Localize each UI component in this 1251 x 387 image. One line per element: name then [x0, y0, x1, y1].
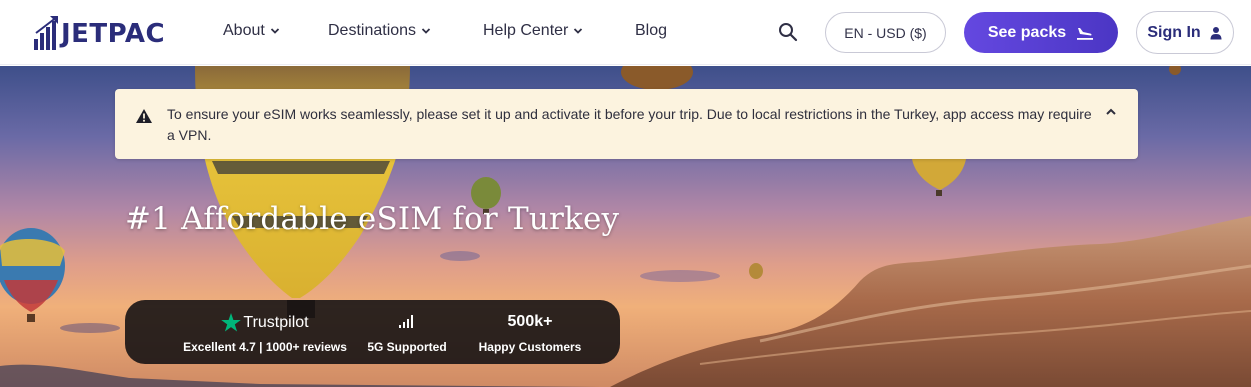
warning-icon [136, 109, 152, 123]
stats-bar: Trustpilot Excellent 4.7 | 1000+ reviews… [125, 300, 620, 364]
5g-caption: 5G Supported [367, 340, 447, 354]
sign-in-label: Sign In [1147, 23, 1201, 41]
jetpac-logo[interactable]: JETPAC [33, 12, 165, 52]
logo-chart-icon [34, 16, 58, 50]
trustpilot-badge: Trustpilot [155, 313, 375, 332]
trustpilot-star-icon [221, 313, 242, 332]
nav-destinations-label: Destinations [328, 22, 417, 39]
site-header: JETPAC About Destinations Help Center Bl… [0, 0, 1251, 65]
stat-trustpilot[interactable]: Trustpilot Excellent 4.7 | 1000+ reviews [155, 300, 375, 364]
nav-blog-label: Blog [635, 22, 668, 39]
hero-title: #1 Affordable eSIM for Turkey [125, 201, 620, 237]
nav-blog[interactable]: Blog [635, 22, 667, 40]
hero-section: To ensure your eSIM works seamlessly, pl… [0, 66, 1251, 387]
see-packs-button[interactable]: See packs [964, 12, 1118, 53]
nav-about-label: About [223, 22, 265, 39]
plane-landing-icon [1077, 27, 1094, 40]
stat-5g: 5G Supported [357, 300, 457, 364]
trustpilot-wordmark: Trustpilot [243, 313, 309, 331]
chevron-down-icon [270, 28, 279, 34]
brand-name: JETPAC [61, 19, 166, 49]
user-icon [1210, 26, 1222, 39]
see-packs-label: See packs [987, 23, 1067, 41]
vpn-warning-banner: To ensure your eSIM works seamlessly, pl… [115, 89, 1138, 159]
nav-help-center[interactable]: Help Center [483, 22, 583, 40]
sign-in-button[interactable]: Sign In [1136, 11, 1234, 54]
customers-count: 500k+ [507, 313, 553, 330]
stat-customers: 500k+ Happy Customers [470, 300, 590, 364]
currency-label: EN - USD ($) [844, 24, 927, 41]
customers-figure: 500k+ [470, 313, 590, 331]
warning-message: To ensure your eSIM works seamlessly, pl… [167, 106, 1092, 143]
trustpilot-rating-caption: Excellent 4.7 | 1000+ reviews [183, 340, 347, 354]
nav-help-center-label: Help Center [483, 22, 569, 39]
signal-badge [357, 313, 457, 329]
signal-bars-icon [399, 315, 413, 328]
customers-caption: Happy Customers [478, 340, 582, 354]
nav-destinations[interactable]: Destinations [328, 22, 431, 40]
chevron-up-icon[interactable] [1104, 105, 1118, 119]
language-currency-selector[interactable]: EN - USD ($) [825, 12, 946, 53]
search-icon[interactable] [777, 21, 799, 43]
chevron-down-icon [574, 28, 583, 34]
nav-about[interactable]: About [223, 22, 280, 40]
chevron-down-icon [421, 28, 431, 34]
